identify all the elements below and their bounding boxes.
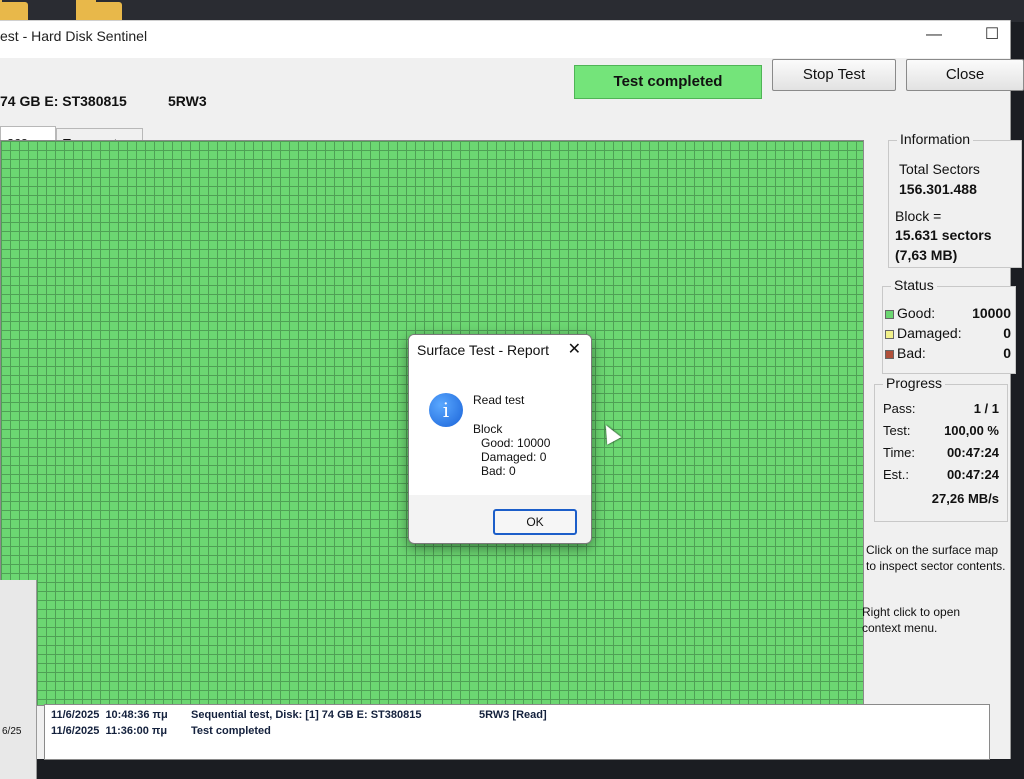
ok-button[interactable]: OK [493,509,577,535]
dialog-bad: Bad: 0 [481,464,516,478]
dialog-title: Surface Test - Report [417,342,550,358]
time-value: 00:47:24 [946,445,999,460]
surface-hint: Click on the surface map to inspect sect… [866,543,1006,573]
progress-title: Progress [883,375,946,391]
test-value: 100,00 % [944,423,999,438]
status-group: Status Good: 10000 Damaged: 0 Bad: 0 [882,277,1016,374]
block-size: (7,63 MB) [895,247,958,263]
dialog-good: Good: 10000 [481,436,551,450]
damaged-color-swatch [885,329,894,339]
pass-label: Pass: [883,401,916,416]
total-sectors-value: 156.301.488 [899,181,977,197]
est-label: Est.: [883,467,910,482]
good-value: 10000 [972,305,1011,321]
log-time: 11/6/2025 11:36:00 πμ [51,725,168,737]
close-icon[interactable]: ✕ [568,335,581,365]
context-menu-hint: Right click to open context menu. [862,605,961,635]
bad-label: Bad: [885,345,926,361]
log-extra: 5RW3 [Read] [479,709,547,721]
log-text: Test completed [191,725,271,737]
pass-value: 1 / 1 [973,401,999,416]
dialog-damaged: Damaged: 0 [481,450,547,464]
dialog-body: i Read test Block Good: 10000 Damaged: 0… [409,365,591,495]
header: 74 GB E: ST380815 5RW3 Test completed St… [0,20,1024,109]
test-label: Test: [883,423,911,438]
good-label: Good: [885,305,935,321]
event-log[interactable]: 11/6/2025 10:48:36 πμ Sequential test, D… [44,704,990,760]
block-label: Block = [895,208,942,224]
status-badge: Test completed [574,65,762,99]
log-time: 11/6/2025 10:48:36 πμ [51,709,168,721]
info-icon: i [429,393,463,427]
disk-model: 5RW3 [168,93,207,109]
information-group: Information Total Sectors 156.301.488 Bl… [888,131,1022,268]
time-label: Time: [883,445,916,460]
good-color-swatch [885,309,894,319]
damaged-label: Damaged: [885,325,962,341]
left-strip-date: 6/25 [2,726,22,737]
total-sectors-label: Total Sectors [899,161,980,177]
left-panel-strip: 6/25 [0,580,37,779]
progress-group: Progress Pass: 1 / 1 Test: 100,00 % Time… [874,375,1008,522]
surface-test-report-dialog: Surface Test - Report ✕ i Read test Bloc… [408,334,592,544]
damaged-value: 0 [1003,325,1011,341]
bad-value: 0 [1003,345,1011,361]
information-title: Information [897,131,974,147]
stop-test-button[interactable]: Stop Test [772,59,896,91]
transfer-speed: 27,26 MB/s [931,491,999,506]
dialog-block-label: Block [473,422,503,436]
block-value: 15.631 sectors [895,227,992,243]
bad-color-swatch [885,349,894,359]
est-value: 00:47:24 [946,467,999,482]
dialog-title-bar: Surface Test - Report ✕ [409,335,591,365]
desktop-background [0,0,1024,36]
status-title: Status [891,277,937,293]
log-text: Sequential test, Disk: [1] 74 GB E: ST38… [191,709,422,721]
dialog-heading: Read test [473,393,525,407]
close-button[interactable]: Close [906,59,1024,91]
disk-name: 74 GB E: ST380815 [0,93,127,109]
